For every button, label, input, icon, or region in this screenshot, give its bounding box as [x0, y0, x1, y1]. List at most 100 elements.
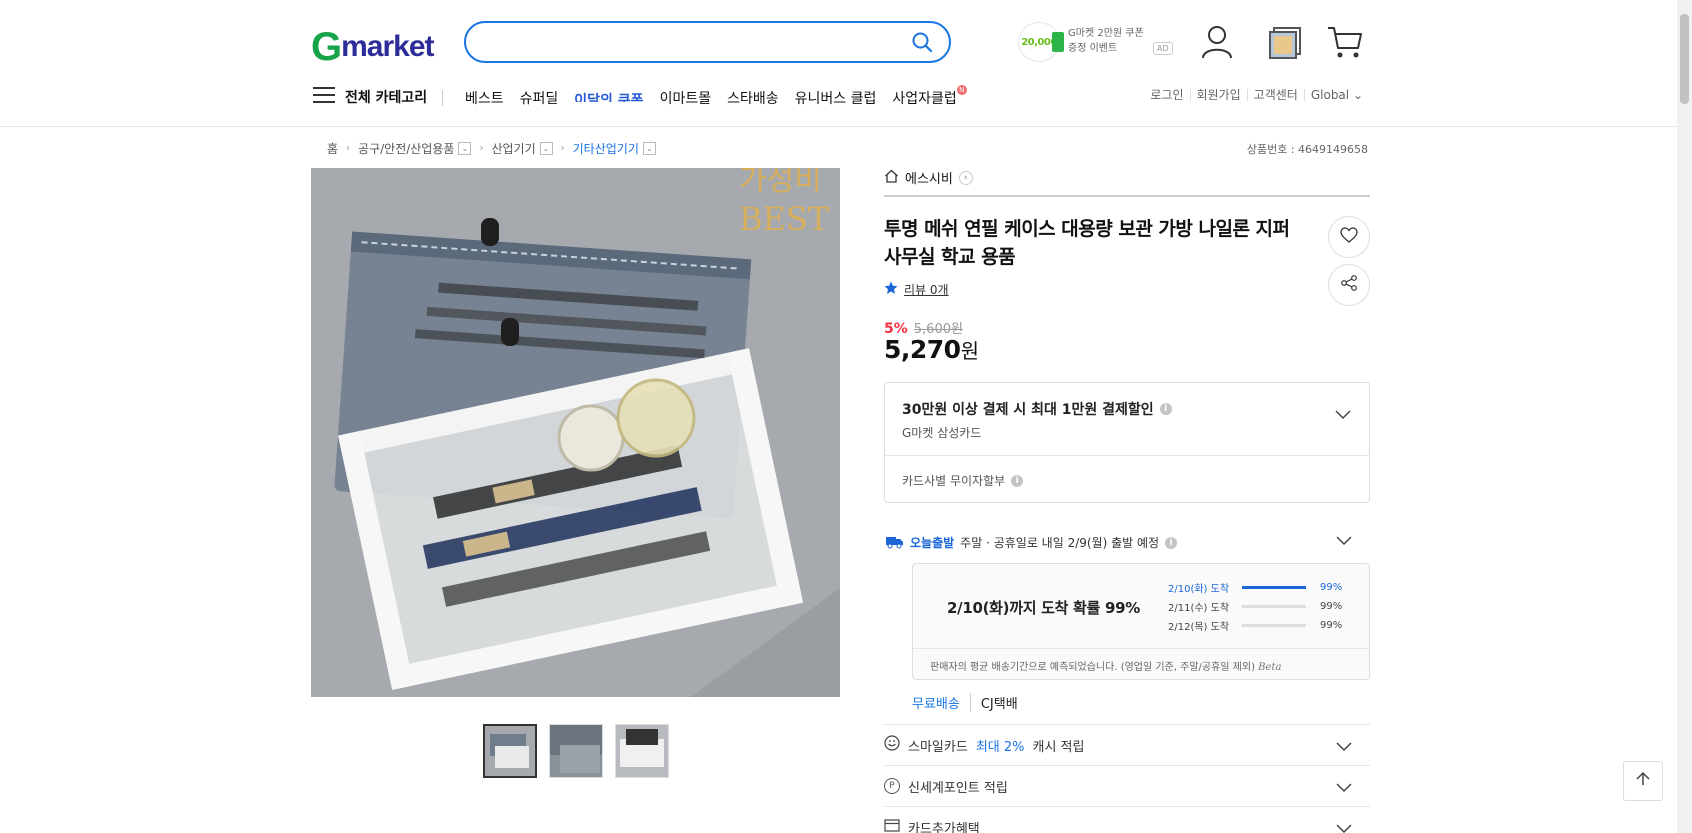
all-categories-label: 전체 카테고리 — [345, 90, 428, 106]
delivery-info: 무료배송 CJ택배 — [912, 693, 1018, 712]
installment-text: 카드사별 무이자할부 — [902, 474, 1006, 488]
search-bar — [464, 21, 951, 63]
search-icon[interactable] — [911, 31, 933, 57]
arrival-row: 2/12(목) 도착 99% — [1168, 616, 1342, 635]
nav-business-club-label: 사업자클럽 — [892, 91, 957, 107]
card-extra-label: 카드추가혜택 — [908, 821, 980, 833]
breadcrumb-category-2-label: 산업기기 — [491, 142, 536, 156]
shop-name: 에스시비 — [905, 172, 953, 187]
breadcrumb-separator: › — [346, 143, 351, 154]
breadcrumb-category-3[interactable]: 기타산업기기 ⌄ — [573, 140, 656, 157]
review-link[interactable]: 리뷰 0개 — [884, 281, 949, 298]
nav-emart-mall[interactable]: 이마트몰 — [660, 88, 712, 108]
all-categories-button[interactable]: 전체 카테고리 — [313, 86, 427, 108]
divider — [885, 455, 1369, 456]
share-button[interactable] — [1328, 264, 1370, 306]
shinsegae-point-label: 신세계포인트 적립 — [908, 780, 1008, 796]
product-title: 투명 메쉬 연필 케이스 대용량 보관 가방 나일론 지퍼 사무실 학교 용품 — [884, 218, 1290, 268]
nav-monthly-coupon[interactable]: 이달의 쿠폰 — [574, 88, 643, 102]
scroll-to-top-button[interactable] — [1623, 761, 1663, 801]
arrival-date: 2/12(목) 도착 — [1168, 622, 1230, 633]
arrival-row: 2/10(화) 도착 99% — [1168, 578, 1342, 597]
wishlist-button[interactable] — [1328, 216, 1370, 258]
overlay-text-1: 가성비 — [739, 168, 822, 198]
page-scrollbar[interactable] — [1677, 0, 1692, 833]
arrival-row: 2/11(수) 도착 99% — [1168, 597, 1342, 616]
hamburger-icon — [313, 86, 335, 108]
product-main-image[interactable]: 가성비 BEST — [311, 168, 840, 697]
nav-business-club[interactable]: 사업자클럽 N — [892, 85, 967, 108]
card-icon — [884, 818, 900, 833]
thumbnail-1[interactable] — [483, 724, 537, 778]
heart-icon — [1340, 227, 1358, 247]
card-extra-benefit-row[interactable]: 카드추가혜택 — [884, 806, 1370, 833]
nav-divider — [442, 90, 443, 106]
sale-price: 5,270원 — [884, 335, 979, 364]
breadcrumb-category-2[interactable]: 산업기기 ⌄ — [491, 140, 553, 157]
signup-link[interactable]: 회원가입 — [1189, 89, 1247, 101]
utility-links: 로그인 회원가입 고객센터 Global ⌄ — [1144, 89, 1369, 101]
chevron-down-icon[interactable] — [1336, 823, 1352, 833]
info-icon[interactable]: i — [1011, 474, 1024, 487]
shinsegae-point-row[interactable]: P 신세계포인트 적립 — [884, 765, 1370, 806]
probability-bar — [1242, 586, 1306, 589]
login-link[interactable]: 로그인 — [1144, 89, 1189, 101]
chevron-down-icon[interactable] — [1336, 741, 1352, 756]
arrival-headline: 2/10(화)까지 도착 확률 99% — [947, 599, 1140, 617]
scrollbar-thumb[interactable] — [1680, 14, 1689, 104]
main-nav: 베스트 슈퍼딜 이달의 쿠폰 이마트몰 스타배송 유니버스 클럽 사업자클럽 N — [465, 85, 973, 108]
my-page-icon[interactable] — [1200, 24, 1234, 64]
product-number: 상품번호 : 4649149658 — [1246, 143, 1368, 156]
global-link[interactable]: Global ⌄ — [1303, 89, 1369, 101]
card-name: G마켓 삼성카드 — [902, 426, 982, 440]
probability-value: 99% — [1320, 582, 1343, 593]
nav-superdeal[interactable]: 슈퍼딜 — [520, 88, 559, 108]
arrow-up-icon — [1635, 771, 1651, 791]
installment-row[interactable]: 카드사별 무이자할부 i — [902, 472, 1024, 489]
probability-bar — [1242, 605, 1306, 608]
thumbnail-list — [483, 724, 669, 778]
chevron-down-icon[interactable] — [1336, 782, 1352, 797]
probability-value: 99% — [1320, 601, 1343, 612]
thumbnail-2[interactable] — [549, 724, 603, 778]
ad-badge: AD — [1153, 42, 1173, 55]
chevron-down-icon[interactable]: ⌄ — [458, 142, 472, 155]
cart-icon[interactable] — [1326, 24, 1364, 64]
customer-center-link[interactable]: 고객센터 — [1246, 89, 1304, 101]
pencil-case-photo: 가성비 BEST — [311, 168, 840, 697]
breadcrumb-home[interactable]: 홈 — [327, 140, 338, 157]
chevron-right-icon: › — [958, 170, 973, 185]
breadcrumb-separator: › — [560, 143, 565, 154]
recent-items-icon[interactable] — [1268, 24, 1304, 64]
shipping-summary[interactable]: 오늘출발 주말 · 공휴일로 내일 2/9(월) 출발 예정 i — [884, 533, 1370, 552]
smile-card-benefit-row[interactable]: 스마일카드 최대 2% 캐시 적립 — [884, 724, 1370, 765]
info-icon[interactable]: i — [1159, 403, 1172, 415]
probability-bar — [1242, 624, 1306, 627]
breadcrumb: 홈 › 공구/안전/산업용품 ⌄ › 산업기기 ⌄ › 기타산업기기 ⌄ — [327, 140, 656, 157]
chevron-down-icon[interactable] — [1335, 405, 1351, 424]
breadcrumb-category-1[interactable]: 공구/안전/산업용품 ⌄ — [358, 140, 472, 157]
arrival-probability-panel: 2/10(화)까지 도착 확률 99% 2/10(화) 도착 99% 2/11(… — [912, 563, 1370, 680]
shop-link[interactable]: 에스시비 › — [884, 168, 1370, 197]
arrival-probability-list: 2/10(화) 도착 99% 2/11(수) 도착 99% 2/12(목) 도착… — [1168, 578, 1342, 635]
prediction-note: 판매자의 평균 배송기간으로 예측되었습니다. (영업일 기준, 주말/공휴일 … — [930, 658, 1281, 673]
chevron-down-icon[interactable]: ⌄ — [642, 142, 656, 155]
card-discount-panel[interactable]: 30만원 이상 결제 시 최대 1만원 결제할인 i G마켓 삼성카드 카드사별… — [884, 382, 1370, 503]
new-badge: N — [956, 85, 967, 95]
chevron-down-icon[interactable] — [1336, 535, 1352, 549]
info-icon[interactable]: i — [1165, 536, 1178, 549]
thumbnail-3[interactable] — [615, 724, 669, 778]
nav-star-delivery[interactable]: 스타배송 — [727, 88, 779, 108]
breadcrumb-category-1-label: 공구/안전/산업용품 — [358, 142, 455, 156]
search-input[interactable] — [484, 31, 884, 53]
arrival-date: 2/10(화) 도착 — [1168, 584, 1230, 595]
product-info: 에스시비 › 투명 메쉬 연필 케이스 대용량 보관 가방 나일론 지퍼 사무실… — [884, 168, 1370, 833]
divider — [913, 648, 1369, 649]
share-icon — [1340, 274, 1358, 296]
nav-best[interactable]: 베스트 — [465, 88, 504, 108]
chevron-down-icon[interactable]: ⌄ — [539, 142, 553, 155]
today-dispatch-badge: 오늘출발 — [910, 536, 955, 550]
gmarket-logo[interactable]: Gmarket — [311, 25, 435, 70]
coupon-text: G마켓 2만원 쿠폰 증정 이벤트 — [1068, 28, 1144, 54]
nav-universe-club[interactable]: 유니버스 클럽 — [795, 88, 877, 108]
